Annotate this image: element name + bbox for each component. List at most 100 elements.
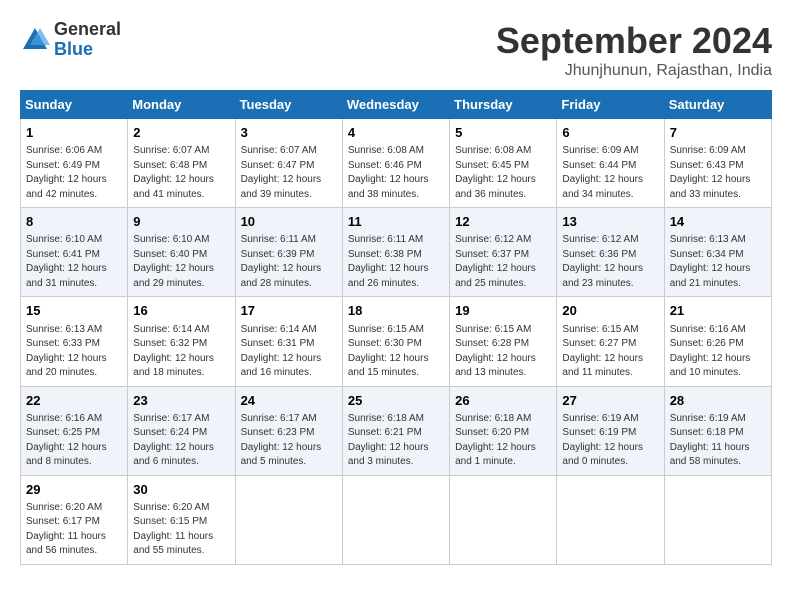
logo: General Blue: [20, 20, 121, 60]
calendar-week-row: 1 Sunrise: 6:06 AMSunset: 6:49 PMDaylight…: [21, 119, 772, 208]
day-number: 29: [26, 481, 122, 499]
day-number: 30: [133, 481, 229, 499]
calendar-week-row: 22 Sunrise: 6:16 AMSunset: 6:25 PMDayligh…: [21, 386, 772, 475]
calendar-cell: 24 Sunrise: 6:17 AMSunset: 6:23 PMDayligh…: [235, 386, 342, 475]
calendar-cell: 30 Sunrise: 6:20 AMSunset: 6:15 PMDayligh…: [128, 475, 235, 564]
day-number: 11: [348, 213, 444, 231]
calendar-cell: 18Sunrise: 6:15 AMSunset: 6:30 PMDayligh…: [342, 297, 449, 386]
calendar-cell: 12 Sunrise: 6:12 AMSunset: 6:37 PMDayligh…: [450, 208, 557, 297]
calendar-cell: 7Sunrise: 6:09 AMSunset: 6:43 PMDaylight…: [664, 119, 771, 208]
day-number: 26: [455, 392, 551, 410]
calendar-cell: [557, 475, 664, 564]
calendar-week-row: 15 Sunrise: 6:13 AMSunset: 6:33 PMDayligh…: [21, 297, 772, 386]
weekday-header: Monday: [128, 91, 235, 119]
calendar-cell: 4Sunrise: 6:08 AMSunset: 6:46 PMDaylight…: [342, 119, 449, 208]
day-info: Sunrise: 6:14 AMSunset: 6:32 PMDaylight:…: [133, 323, 229, 381]
calendar-cell: 20 Sunrise: 6:15 AMSunset: 6:27 PMDayligh…: [557, 297, 664, 386]
weekday-header: Tuesday: [235, 91, 342, 119]
day-info: Sunrise: 6:09 AMSunset: 6:43 PMDaylight:…: [670, 144, 766, 202]
day-info: Sunrise: 6:20 AMSunset: 6:17 PMDaylight:…: [26, 501, 122, 559]
day-number: 1: [26, 124, 122, 142]
day-number: 19: [455, 302, 551, 320]
day-number: 12: [455, 213, 551, 231]
day-number: 8: [26, 213, 122, 231]
calendar-cell: 29 Sunrise: 6:20 AMSunset: 6:17 PMDayligh…: [21, 475, 128, 564]
weekday-header-row: SundayMondayTuesdayWednesdayThursdayFrid…: [21, 91, 772, 119]
day-number: 20: [562, 302, 658, 320]
calendar-cell: 9 Sunrise: 6:10 AMSunset: 6:40 PMDaylight…: [128, 208, 235, 297]
day-number: 9: [133, 213, 229, 231]
day-number: 27: [562, 392, 658, 410]
calendar-week-row: 29 Sunrise: 6:20 AMSunset: 6:17 PMDayligh…: [21, 475, 772, 564]
calendar-cell: 15 Sunrise: 6:13 AMSunset: 6:33 PMDayligh…: [21, 297, 128, 386]
calendar-cell: 16 Sunrise: 6:14 AMSunset: 6:32 PMDayligh…: [128, 297, 235, 386]
calendar-cell: 23 Sunrise: 6:17 AMSunset: 6:24 PMDayligh…: [128, 386, 235, 475]
day-number: 10: [241, 213, 337, 231]
day-info: Sunrise: 6:17 AMSunset: 6:23 PMDaylight:…: [241, 412, 337, 470]
calendar-cell: [235, 475, 342, 564]
day-info: Sunrise: 6:19 AMSunset: 6:18 PMDaylight:…: [670, 412, 766, 470]
calendar-cell: 10 Sunrise: 6:11 AMSunset: 6:39 PMDayligh…: [235, 208, 342, 297]
day-number: 3: [241, 124, 337, 142]
calendar-cell: 11 Sunrise: 6:11 AMSunset: 6:38 PMDayligh…: [342, 208, 449, 297]
title-block: September 2024 Jhunjhunun, Rajasthan, In…: [496, 20, 772, 80]
day-info: Sunrise: 6:16 AMSunset: 6:25 PMDaylight:…: [26, 412, 122, 470]
calendar-cell: 1 Sunrise: 6:06 AMSunset: 6:49 PMDaylight…: [21, 119, 128, 208]
weekday-header: Sunday: [21, 91, 128, 119]
day-number: 23: [133, 392, 229, 410]
calendar-cell: 22 Sunrise: 6:16 AMSunset: 6:25 PMDayligh…: [21, 386, 128, 475]
calendar-week-row: 8 Sunrise: 6:10 AMSunset: 6:41 PMDaylight…: [21, 208, 772, 297]
day-info: Sunrise: 6:11 AMSunset: 6:38 PMDaylight:…: [348, 233, 444, 291]
calendar-cell: 28 Sunrise: 6:19 AMSunset: 6:18 PMDayligh…: [664, 386, 771, 475]
day-number: 17: [241, 302, 337, 320]
month-title: September 2024: [496, 20, 772, 62]
day-info: Sunrise: 6:11 AMSunset: 6:39 PMDaylight:…: [241, 233, 337, 291]
day-info: Sunrise: 6:14 AMSunset: 6:31 PMDaylight:…: [241, 323, 337, 381]
page-header: General Blue September 2024 Jhunjhunun, …: [20, 20, 772, 80]
calendar-cell: [450, 475, 557, 564]
day-info: Sunrise: 6:13 AMSunset: 6:34 PMDaylight:…: [670, 233, 766, 291]
calendar-cell: [342, 475, 449, 564]
day-info: Sunrise: 6:20 AMSunset: 6:15 PMDaylight:…: [133, 501, 229, 559]
day-info: Sunrise: 6:19 AMSunset: 6:19 PMDaylight:…: [562, 412, 658, 470]
day-number: 15: [26, 302, 122, 320]
day-info: Sunrise: 6:12 AMSunset: 6:37 PMDaylight:…: [455, 233, 551, 291]
day-number: 22: [26, 392, 122, 410]
calendar-cell: 2Sunrise: 6:07 AMSunset: 6:48 PMDaylight…: [128, 119, 235, 208]
day-info: Sunrise: 6:10 AMSunset: 6:41 PMDaylight:…: [26, 233, 122, 291]
logo-text: General Blue: [54, 20, 121, 60]
day-info: Sunrise: 6:09 AMSunset: 6:44 PMDaylight:…: [562, 144, 658, 202]
calendar-cell: 21 Sunrise: 6:16 AMSunset: 6:26 PMDayligh…: [664, 297, 771, 386]
day-info: Sunrise: 6:17 AMSunset: 6:24 PMDaylight:…: [133, 412, 229, 470]
day-number: 28: [670, 392, 766, 410]
weekday-header: Saturday: [664, 91, 771, 119]
day-info: Sunrise: 6:18 AMSunset: 6:21 PMDaylight:…: [348, 412, 444, 470]
day-info: Sunrise: 6:07 AMSunset: 6:47 PMDaylight:…: [241, 144, 337, 202]
calendar-cell: 27 Sunrise: 6:19 AMSunset: 6:19 PMDayligh…: [557, 386, 664, 475]
calendar-cell: 19 Sunrise: 6:15 AMSunset: 6:28 PMDayligh…: [450, 297, 557, 386]
logo-icon: [20, 25, 50, 55]
day-info: Sunrise: 6:10 AMSunset: 6:40 PMDaylight:…: [133, 233, 229, 291]
day-info: Sunrise: 6:15 AMSunset: 6:28 PMDaylight:…: [455, 323, 551, 381]
day-number: 25: [348, 392, 444, 410]
calendar-cell: 3 Sunrise: 6:07 AMSunset: 6:47 PMDaylight…: [235, 119, 342, 208]
day-info: Sunrise: 6:15 AMSunset: 6:30 PMDaylight:…: [348, 323, 444, 381]
calendar-cell: 5 Sunrise: 6:08 AMSunset: 6:45 PMDaylight…: [450, 119, 557, 208]
location-title: Jhunjhunun, Rajasthan, India: [496, 62, 772, 80]
day-number: 21: [670, 302, 766, 320]
day-number: 24: [241, 392, 337, 410]
weekday-header: Friday: [557, 91, 664, 119]
calendar-cell: 8 Sunrise: 6:10 AMSunset: 6:41 PMDaylight…: [21, 208, 128, 297]
day-info: Sunrise: 6:08 AMSunset: 6:45 PMDaylight:…: [455, 144, 551, 202]
day-number: 5: [455, 124, 551, 142]
day-info: Sunrise: 6:16 AMSunset: 6:26 PMDaylight:…: [670, 323, 766, 381]
day-info: Sunrise: 6:06 AMSunset: 6:49 PMDaylight:…: [26, 144, 122, 202]
day-info: Sunrise: 6:12 AMSunset: 6:36 PMDaylight:…: [562, 233, 658, 291]
day-info: Sunrise: 6:13 AMSunset: 6:33 PMDaylight:…: [26, 323, 122, 381]
day-number: 16: [133, 302, 229, 320]
day-number: 13: [562, 213, 658, 231]
day-info: Sunrise: 6:07 AMSunset: 6:48 PMDaylight:…: [133, 144, 229, 202]
day-info: Sunrise: 6:15 AMSunset: 6:27 PMDaylight:…: [562, 323, 658, 381]
day-info: Sunrise: 6:08 AMSunset: 6:46 PMDaylight:…: [348, 144, 444, 202]
calendar-table: SundayMondayTuesdayWednesdayThursdayFrid…: [20, 90, 772, 565]
